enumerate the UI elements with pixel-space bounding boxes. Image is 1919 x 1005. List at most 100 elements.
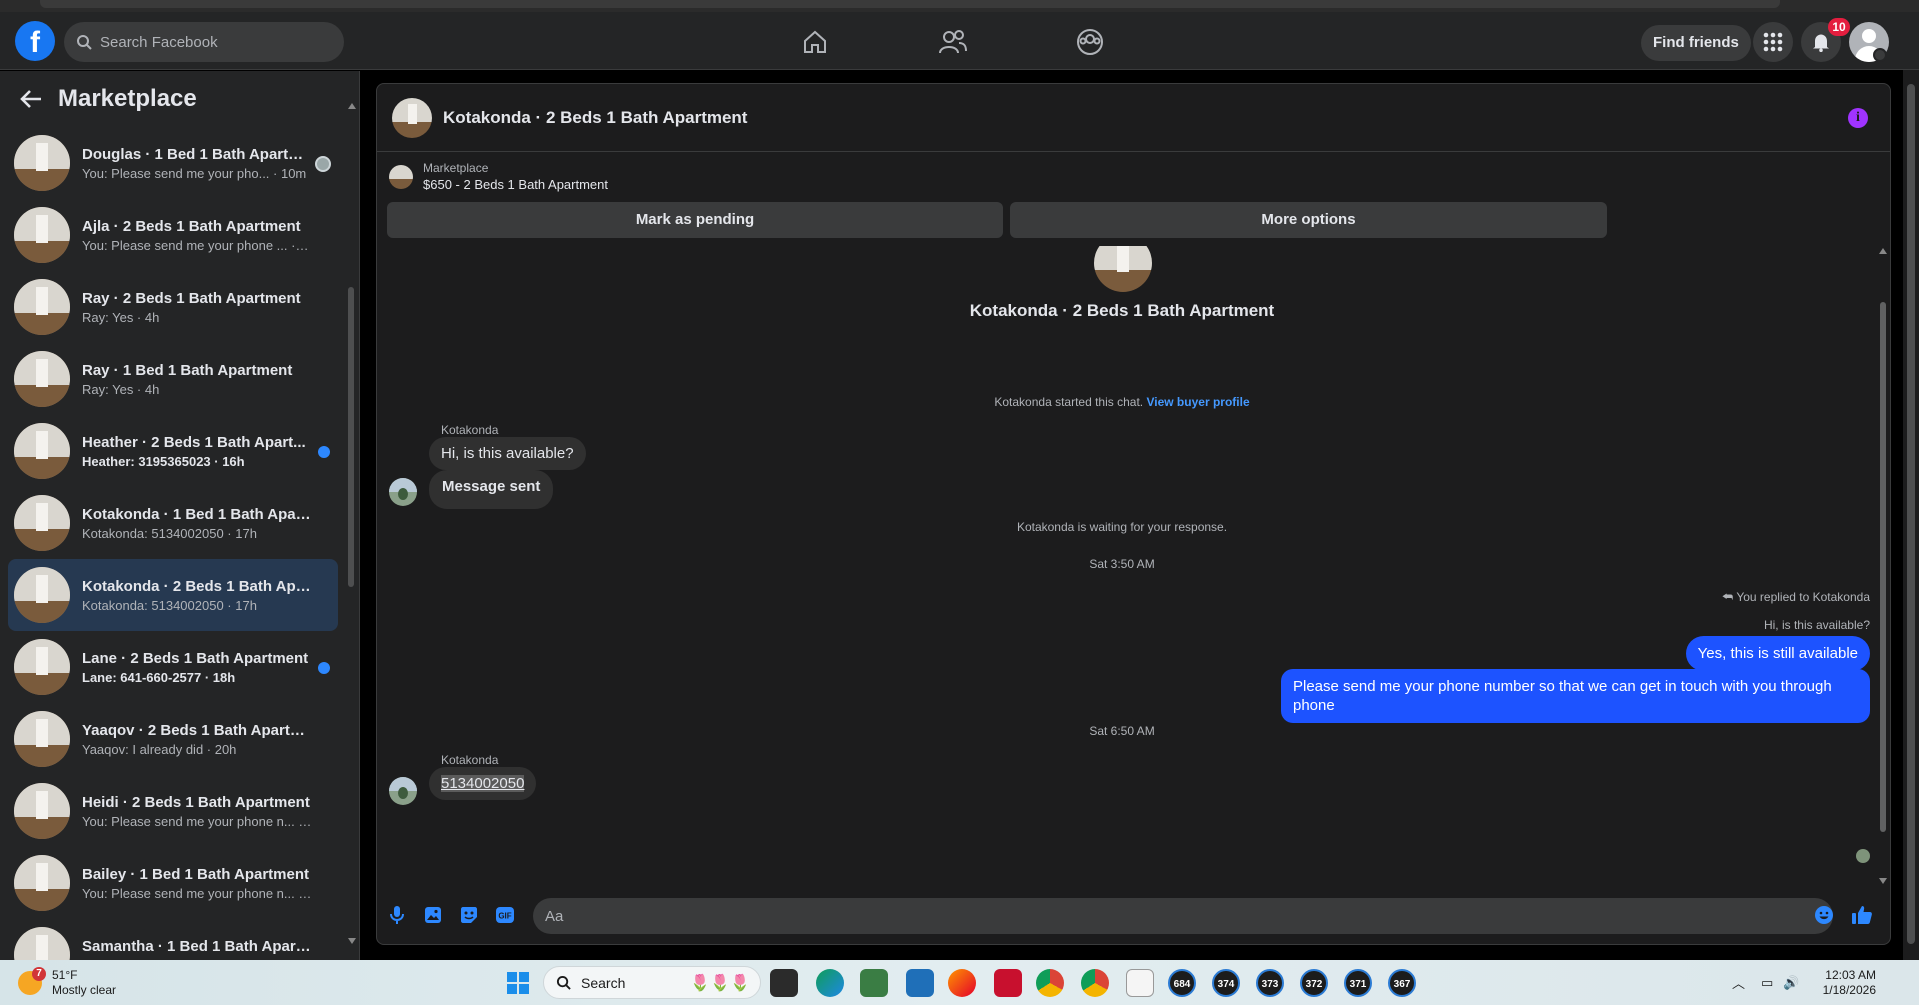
- groups-icon[interactable]: [1074, 26, 1106, 58]
- listing-thumbnail: [14, 711, 70, 767]
- home-icon[interactable]: [799, 26, 831, 58]
- taskbar-counter-app[interactable]: 372: [1300, 969, 1328, 997]
- chrome-icon[interactable]: [1036, 969, 1064, 997]
- message-input[interactable]: [533, 898, 1833, 934]
- conversation-title: Yaaqov · 2 Beds 1 Bath Apartment: [82, 721, 312, 739]
- edge-browser-icon[interactable]: [816, 969, 844, 997]
- conversation-title: Samantha · 1 Bed 1 Bath Apartm...: [82, 937, 312, 955]
- start-button[interactable]: [507, 972, 529, 994]
- conversation-item[interactable]: Douglas · 1 Bed 1 Bath Apartm... You: Ple…: [8, 127, 338, 199]
- conversation-preview: Ray: Yes · 4h: [82, 381, 160, 397]
- conversation-item[interactable]: Bailey · 1 Bed 1 Bath Apartment You: Plea…: [8, 847, 338, 919]
- file-icon[interactable]: [1126, 969, 1154, 997]
- outgoing-message[interactable]: Please send me your phone number so that…: [1281, 669, 1870, 723]
- app-s-icon[interactable]: [906, 969, 934, 997]
- sticker-icon[interactable]: [458, 904, 480, 926]
- sender-avatar[interactable]: [389, 478, 417, 506]
- conversation-item[interactable]: Ray · 2 Beds 1 Bath Apartment Ray: Yes · …: [8, 271, 338, 343]
- listing-thumbnail: [14, 783, 70, 839]
- search-box[interactable]: [64, 22, 344, 62]
- incoming-message[interactable]: Message sent: [429, 470, 554, 509]
- conversation-preview: You: Please send me your phone ... · 10m: [82, 237, 312, 253]
- incoming-message[interactable]: Hi, is this available?: [429, 437, 586, 470]
- sidebar-title: Marketplace: [58, 85, 197, 112]
- page-scroll-thumb[interactable]: [1907, 84, 1915, 944]
- chat-title[interactable]: Kotakonda · 2 Beds 1 Bath Apartment: [443, 108, 747, 128]
- conversation-preview: Kotakonda: 5134002050 · 17h: [82, 597, 257, 613]
- firefox-icon[interactable]: [948, 969, 976, 997]
- emoji-icon[interactable]: [1813, 904, 1835, 926]
- taskbar-counter-app[interactable]: 371: [1344, 969, 1372, 997]
- thread-scroll-thumb[interactable]: [1880, 302, 1886, 832]
- gif-icon[interactable]: GIF: [494, 904, 516, 926]
- back-arrow-icon[interactable]: [20, 89, 42, 109]
- facebook-logo[interactable]: f: [15, 21, 55, 61]
- page-scrollbar[interactable]: [1903, 70, 1919, 960]
- listing-thumbnail: [14, 567, 70, 623]
- weather-widget[interactable]: 7 51°F Mostly clear: [18, 967, 116, 998]
- find-friends-button[interactable]: Find friends: [1641, 25, 1751, 61]
- snipping-tool-icon[interactable]: [994, 969, 1022, 997]
- sender-avatar[interactable]: [389, 777, 417, 805]
- system-clock[interactable]: 12:03 AM 1/18/2026: [1816, 968, 1876, 998]
- photo-icon[interactable]: [422, 904, 444, 926]
- conversation-item[interactable]: Kotakonda · 1 Bed 1 Bath Apart... Kotakon…: [8, 487, 338, 559]
- conversation-list: Douglas · 1 Bed 1 Bath Apartm... You: Ple…: [8, 127, 338, 960]
- conversation-title: Heather · 2 Beds 1 Bath Apart...: [82, 433, 306, 451]
- chrome-profile-icon[interactable]: [1081, 969, 1109, 997]
- conversation-item[interactable]: Yaaqov · 2 Beds 1 Bath Apartment Yaaqov: …: [8, 703, 338, 775]
- task-view-icon[interactable]: [770, 969, 798, 997]
- selected-phone-number[interactable]: 5134002050: [441, 775, 525, 792]
- search-icon: [77, 35, 92, 50]
- conversation-item[interactable]: Heather · 2 Beds 1 Bath Apart... Heather:…: [8, 415, 338, 487]
- account-chevron-icon[interactable]: [1873, 48, 1887, 62]
- chevron-up-icon[interactable]: ︿: [1732, 973, 1745, 992]
- listing-thumbnail: [14, 639, 70, 695]
- taskbar-counter-app[interactable]: 374: [1212, 969, 1240, 997]
- taskbar-counter-app[interactable]: 373: [1256, 969, 1284, 997]
- view-buyer-profile-link[interactable]: View buyer profile: [1146, 395, 1249, 409]
- clock-time: 12:03 AM: [1825, 968, 1876, 982]
- more-options-button[interactable]: More options: [1010, 202, 1607, 238]
- listing-thumbnail: [14, 423, 70, 479]
- thumbs-up-icon[interactable]: [1851, 904, 1873, 926]
- search-input[interactable]: [100, 33, 320, 51]
- info-icon[interactable]: i: [1848, 108, 1868, 128]
- app-chart-icon[interactable]: [860, 969, 888, 997]
- weather-sun-icon: 7: [18, 967, 46, 995]
- chat-listing-avatar[interactable]: [392, 97, 432, 138]
- thread-scrollbar[interactable]: [1877, 246, 1889, 886]
- taskbar-search[interactable]: Search 🌷🌷🌷: [543, 966, 761, 999]
- menu-grid-button[interactable]: [1753, 22, 1793, 62]
- reply-context-text: You replied to Kotakonda: [1736, 590, 1870, 604]
- conversation-preview: You: Please send me your pho... · 10m: [82, 165, 307, 181]
- sidebar-header: Marketplace: [0, 71, 360, 127]
- conversation-item[interactable]: Samantha · 1 Bed 1 Bath Apartm...You: Pl…: [8, 919, 338, 960]
- microphone-icon[interactable]: [386, 904, 408, 926]
- sidebar-scroll-thumb[interactable]: [348, 287, 354, 587]
- taskbar-counter-app[interactable]: 684: [1168, 969, 1196, 997]
- conversation-item[interactable]: Kotakonda · 2 Beds 1 Bath Apart... Kotako…: [8, 559, 338, 631]
- conversation-item[interactable]: Heidi · 2 Beds 1 Bath Apartment You: Plea…: [8, 775, 338, 847]
- volume-icon[interactable]: 🔊: [1783, 975, 1799, 991]
- sidebar-scrollbar[interactable]: [346, 101, 356, 946]
- quoted-message[interactable]: Hi, is this available?: [1764, 618, 1870, 632]
- conversation-title: Ajla · 2 Beds 1 Bath Apartment: [82, 217, 301, 235]
- taskbar-counter-app[interactable]: 367: [1388, 969, 1416, 997]
- tulips-icon: 🌷🌷🌷: [690, 974, 750, 992]
- listing-thumbnail: [14, 855, 70, 911]
- incoming-message[interactable]: 5134002050: [429, 767, 537, 800]
- network-icon[interactable]: ▭: [1761, 975, 1773, 991]
- listing-thumbnail: [14, 927, 70, 960]
- unread-dot-icon: [318, 662, 330, 674]
- conversation-title: Ray · 2 Beds 1 Bath Apartment: [82, 289, 301, 307]
- temperature: 51°F: [52, 968, 78, 982]
- listing-summary[interactable]: Marketplace $650 - 2 Beds 1 Bath Apartme…: [389, 161, 608, 192]
- conversation-preview: Lane: 641-660-2577 · 18h: [82, 669, 236, 685]
- conversation-item[interactable]: Lane · 2 Beds 1 Bath Apartment Lane: 641-…: [8, 631, 338, 703]
- conversation-item[interactable]: Ajla · 2 Beds 1 Bath Apartment You: Pleas…: [8, 199, 338, 271]
- conversation-item[interactable]: Ray · 1 Bed 1 Bath Apartment Ray: Yes · 4…: [8, 343, 338, 415]
- friends-icon[interactable]: [937, 26, 969, 58]
- mark-as-pending-button[interactable]: Mark as pending: [387, 202, 1003, 238]
- outgoing-message[interactable]: Yes, this is still available: [1685, 636, 1870, 671]
